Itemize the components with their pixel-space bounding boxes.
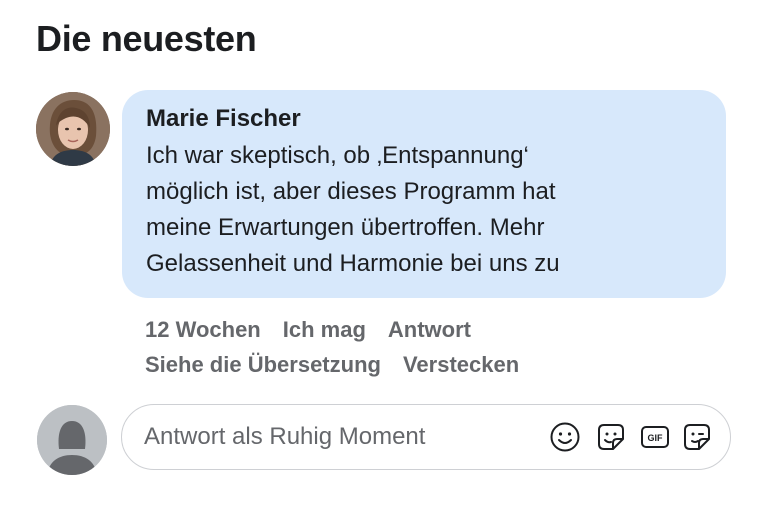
- hide-button[interactable]: Verstecken: [403, 347, 519, 382]
- comment-bubble: Marie Fischer Ich war skeptisch, ob ‚Ent…: [122, 90, 726, 298]
- gif-icon[interactable]: GIF: [639, 421, 671, 453]
- see-translation-button[interactable]: Siehe die Übersetzung: [145, 347, 381, 382]
- page-title: Die neuesten: [36, 18, 257, 59]
- comment-timestamp[interactable]: 12 Wochen: [145, 312, 261, 347]
- emoji-icon[interactable]: [549, 421, 581, 453]
- comment-actions: 12 Wochen Ich mag AntwortSiehe die Überset…: [145, 312, 665, 382]
- reply-placeholder: Antwort als Ruhig Moment: [144, 423, 426, 450]
- avatar-sticker-icon[interactable]: [681, 421, 713, 453]
- comment-text: Ich war skeptisch, ob ‚Entspannung‘ mögl…: [146, 142, 560, 277]
- comment-author[interactable]: Marie Fischer: [146, 104, 702, 134]
- author-avatar[interactable]: [36, 92, 110, 166]
- gif-label: GIF: [648, 433, 664, 443]
- sticker-icon[interactable]: [595, 421, 627, 453]
- default-avatar-icon: [37, 405, 107, 475]
- reply-input[interactable]: Antwort als Ruhig Moment GIF: [121, 404, 731, 470]
- like-button[interactable]: Ich mag: [283, 312, 366, 347]
- reply-button[interactable]: Antwort: [388, 312, 471, 347]
- author-photo: [36, 92, 110, 166]
- current-user-avatar: [37, 405, 107, 475]
